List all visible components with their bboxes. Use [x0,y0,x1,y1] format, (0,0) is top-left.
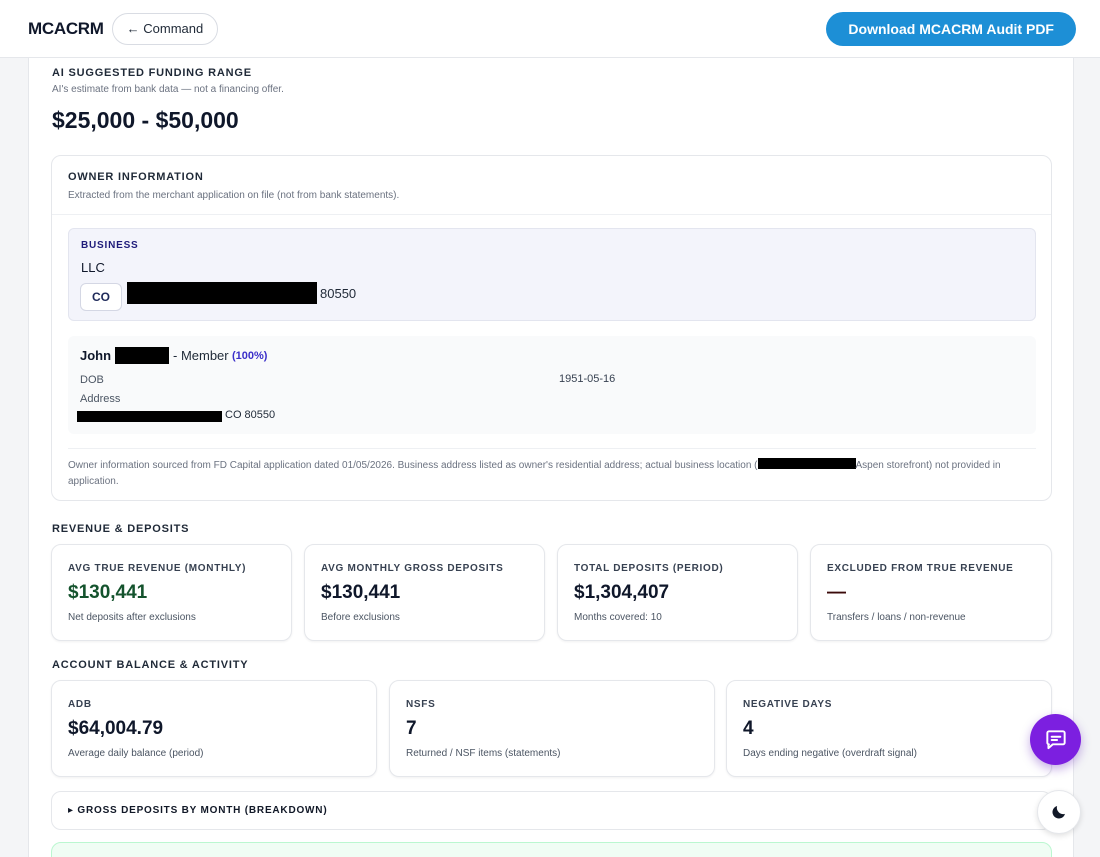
funding-range-title: AI SUGGESTED FUNDING RANGE [52,67,252,79]
stat-value: — [827,582,846,603]
dob-value: 1951-05-16 [559,373,616,385]
funding-range-value: $25,000 - $50,000 [52,107,239,133]
owner-person-box: John - Member (100%) DOB 1951-05-16 Addr… [68,336,1036,434]
owner-information-subtitle: Extracted from the merchant application … [68,190,400,201]
chat-button[interactable] [1030,714,1081,765]
redacted-last-name [115,347,169,364]
owner-note-part1: Owner information sourced from FD Capita… [68,460,758,471]
owner-address-tail: CO 80550 [225,409,276,421]
stat-note: Months covered: 10 [574,612,662,623]
stat-title: NEGATIVE DAYS [743,699,833,710]
stat-title: AVG MONTHLY GROSS DEPOSITS [321,563,504,574]
stat-value: 7 [406,718,417,739]
stat-value: $64,004.79 [68,718,164,739]
command-button[interactable]: ← Command [111,12,219,45]
redacted-address-block [127,282,317,304]
stat-card-negative-days: NEGATIVE DAYS 4 Days ending negative (ov… [726,680,1052,777]
stat-title: TOTAL DEPOSITS (PERIOD) [574,563,724,574]
stat-note: Average daily balance (period) [68,748,204,759]
moon-icon [1052,806,1065,819]
next-section-card [51,842,1052,857]
owner-source-note: Owner information sourced from FD Capita… [68,458,1036,490]
stat-note: Before exclusions [321,612,400,623]
address-label: Address [80,393,121,405]
owner-first-name: John [80,348,112,363]
business-name: LLC [81,260,105,275]
ownership-percentage: (100%) [232,350,268,362]
owner-role: - Member [173,348,229,363]
redacted-owner-address [77,411,222,422]
stat-card-avg-true-revenue: AVG TRUE REVENUE (MONTHLY) $130,441 Net … [51,544,292,641]
divider [52,214,1051,215]
business-box: BUSINESS LLC CO 80550 [68,228,1036,321]
stat-value: 4 [743,718,754,739]
stat-value: $130,441 [68,582,148,603]
stat-card-excluded-from-true-revenue: EXCLUDED FROM TRUE REVENUE — Transfers /… [810,544,1052,641]
stat-title: AVG TRUE REVENUE (MONTHLY) [68,563,247,574]
download-audit-pdf-button[interactable]: Download MCACRM Audit PDF [826,11,1076,46]
main-panel: AI SUGGESTED FUNDING RANGE AI's estimate… [28,58,1074,857]
stat-card-avg-monthly-gross-deposits: AVG MONTHLY GROSS DEPOSITS $130,441 Befo… [304,544,545,641]
breakdown-label: ▸ GROSS DEPOSITS BY MONTH (BREAKDOWN) [68,805,328,816]
stat-card-nsfs: NSFS 7 Returned / NSF items (statements) [389,680,715,777]
theme-toggle-button[interactable] [1037,790,1081,834]
stat-note: Transfers / loans / non-revenue [827,612,966,623]
stat-value: $1,304,407 [574,582,670,603]
divider [68,448,1036,449]
chat-icon [1045,729,1066,749]
gross-deposits-breakdown-toggle[interactable]: ▸ GROSS DEPOSITS BY MONTH (BREAKDOWN) [51,791,1052,830]
redacted-business-location [757,458,856,469]
revenue-deposits-title: REVENUE & DEPOSITS [52,523,190,535]
owner-information-title: OWNER INFORMATION [68,171,204,183]
state-badge: CO [80,283,122,311]
business-zip: 80550 [320,286,357,301]
stat-note: Returned / NSF items (statements) [406,748,561,759]
dob-label: DOB [80,374,104,386]
stat-card-total-deposits: TOTAL DEPOSITS (PERIOD) $1,304,407 Month… [557,544,798,641]
owner-information-card: OWNER INFORMATION Extracted from the mer… [51,155,1052,501]
stat-card-adb: ADB $64,004.79 Average daily balance (pe… [51,680,377,777]
top-bar: MCACRM ← Command Download MCACRM Audit P… [0,0,1100,58]
stat-note: Net deposits after exclusions [68,612,196,623]
stat-title: ADB [68,699,92,710]
stat-title: EXCLUDED FROM TRUE REVENUE [827,563,1014,574]
stat-value: $130,441 [321,582,401,603]
stat-note: Days ending negative (overdraft signal) [743,748,917,759]
brand-logo[interactable]: MCACRM [28,19,104,39]
business-label: BUSINESS [81,240,139,251]
stat-title: NSFS [406,699,436,710]
account-balance-title: ACCOUNT BALANCE & ACTIVITY [52,659,249,671]
funding-range-subtitle: AI's estimate from bank data — not a fin… [52,84,284,95]
